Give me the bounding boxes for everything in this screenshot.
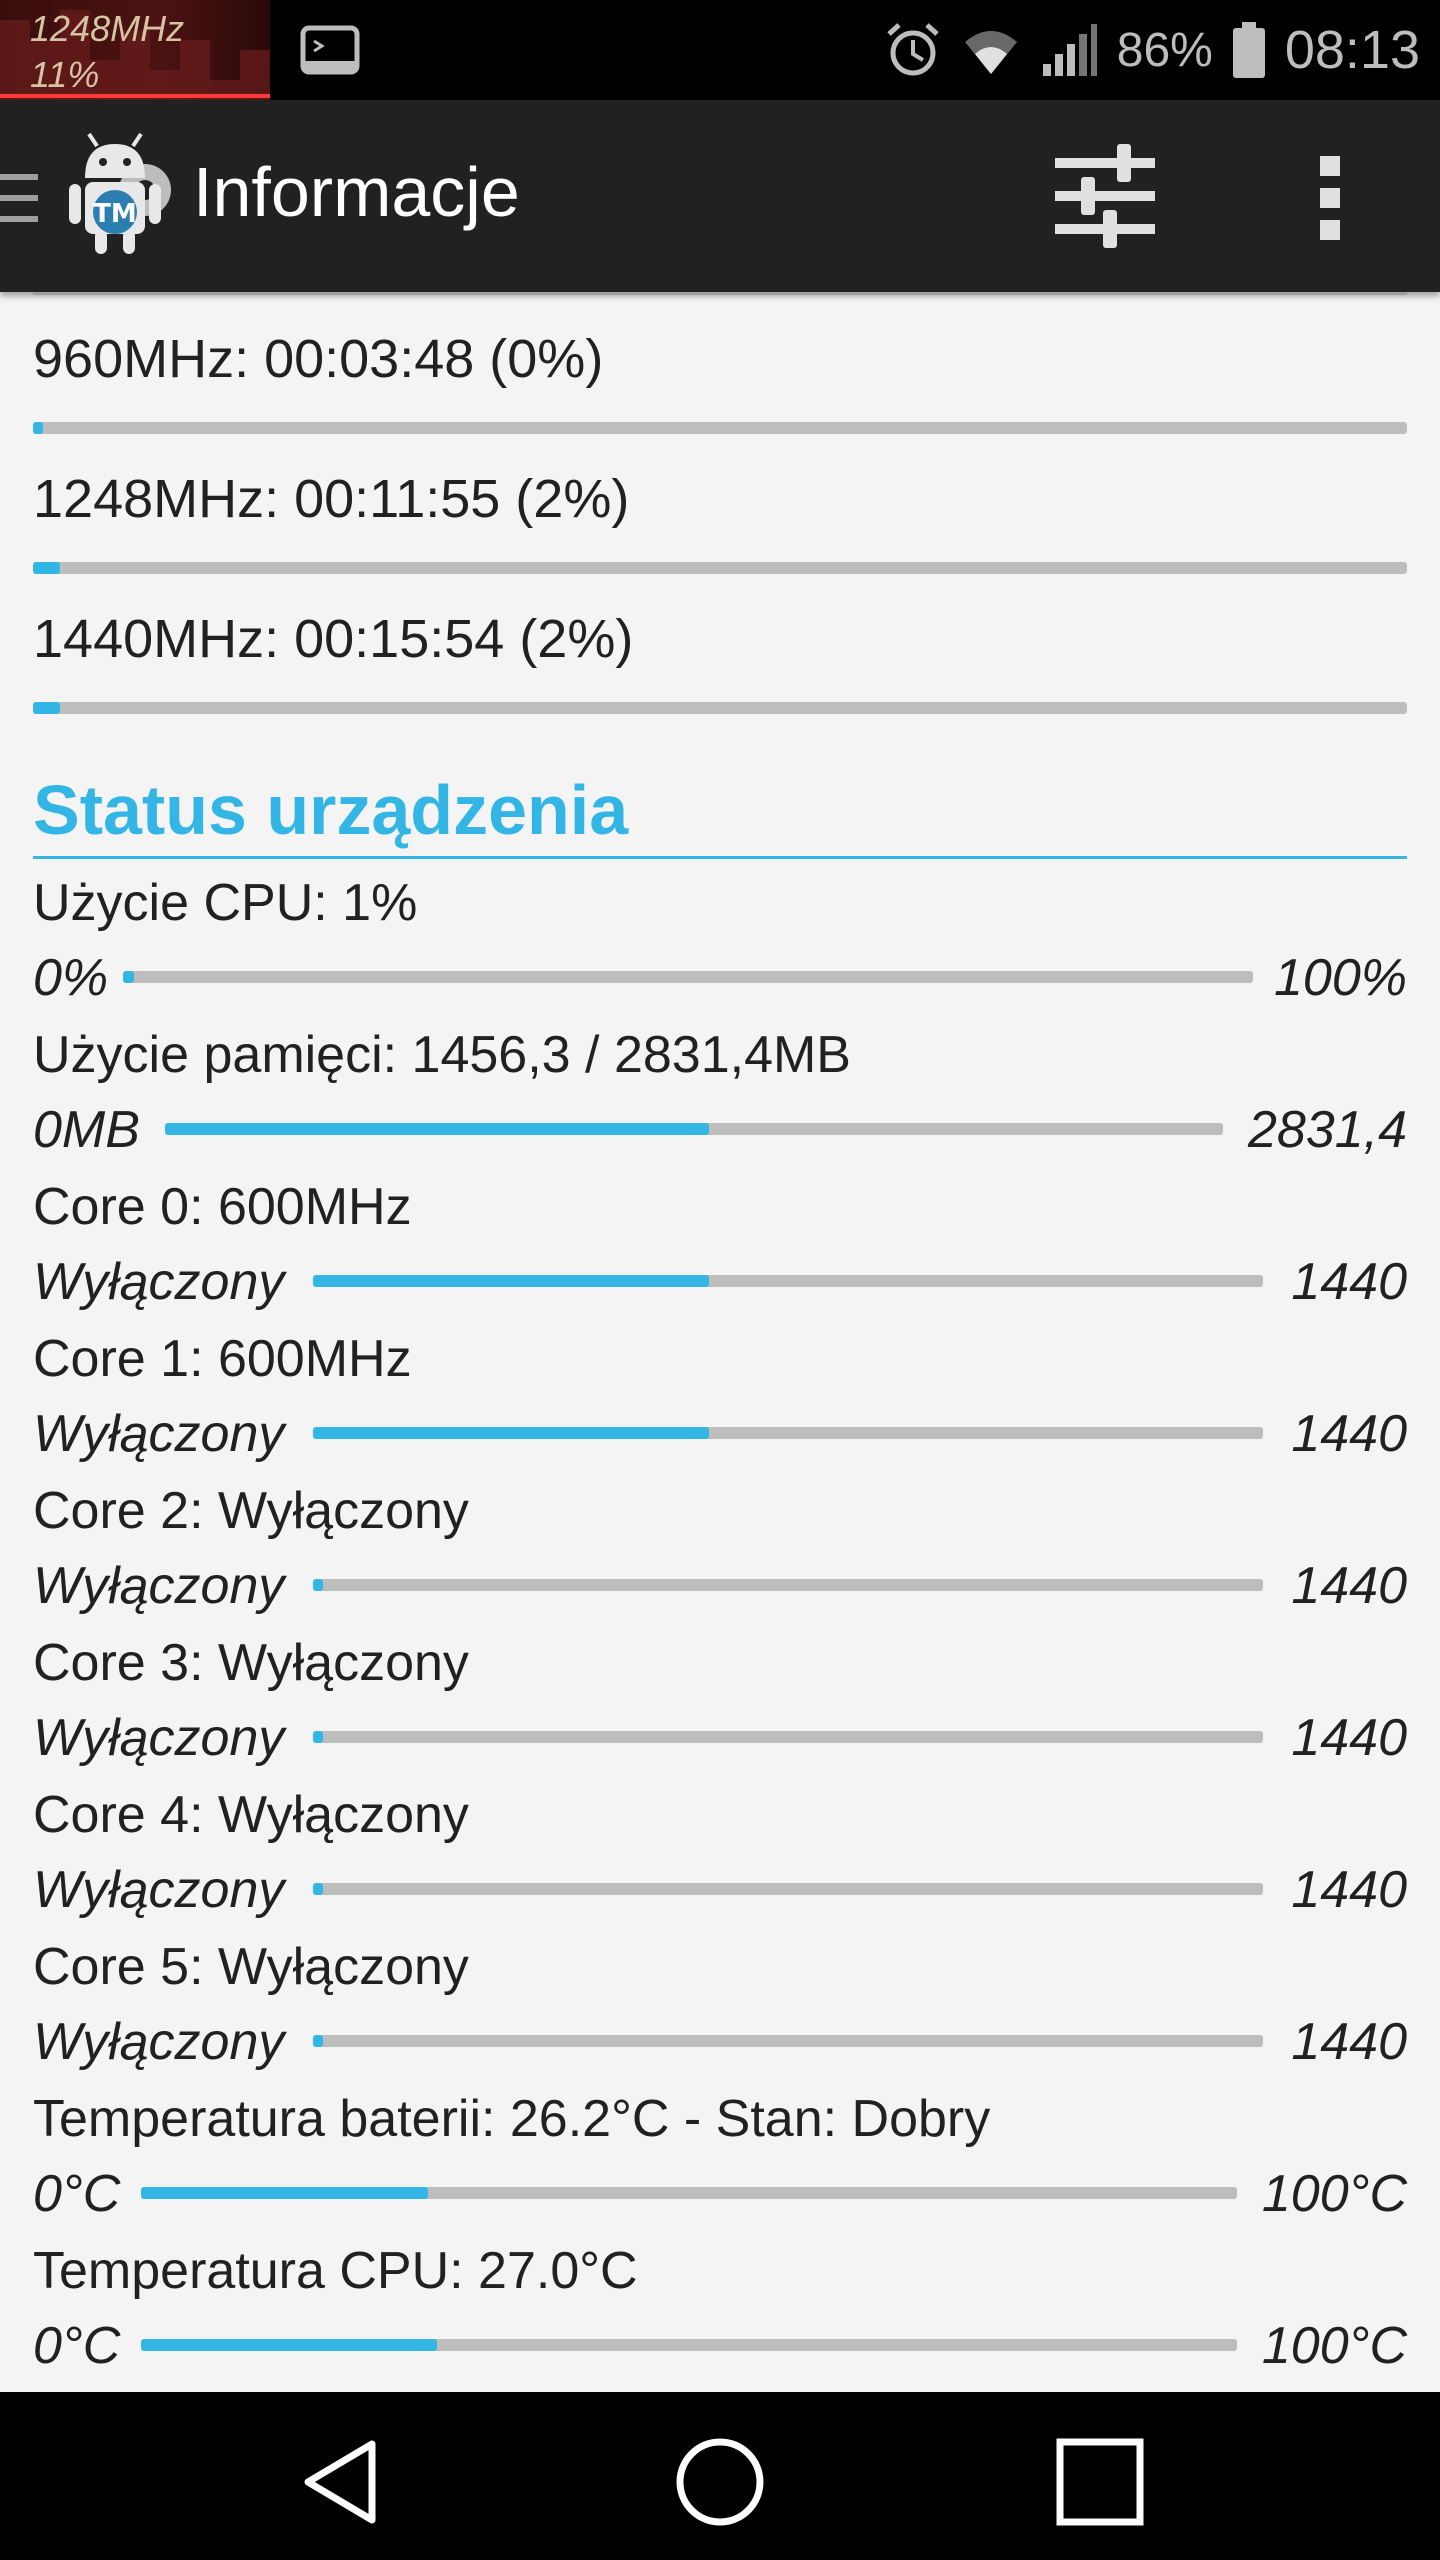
status-row-min: Wyłączony bbox=[33, 1709, 285, 1767]
status-row-bar-fill bbox=[141, 2339, 437, 2351]
status-row-bar bbox=[313, 1427, 1263, 1439]
status-row-max: 1440 bbox=[1291, 1253, 1407, 1311]
freq-stat-bar bbox=[33, 702, 1407, 714]
status-row-bar bbox=[141, 2339, 1237, 2351]
section-header: Status urządzenia bbox=[33, 771, 629, 849]
status-row-bar-fill bbox=[313, 1579, 323, 1591]
cpu-frequency-text: 1248MHz bbox=[30, 8, 185, 49]
status-row-bar-fill bbox=[123, 971, 135, 983]
status-row-bar-fill bbox=[313, 1275, 710, 1287]
status-row-max: 1440 bbox=[1291, 2013, 1407, 2071]
freq-stat-bar-fill bbox=[33, 702, 61, 714]
status-row-max: 100°C bbox=[1261, 2317, 1407, 2375]
status-row-min: 0MB bbox=[33, 1101, 140, 1159]
status-row-max: 100°C bbox=[1261, 2165, 1407, 2223]
status-row-bar-fill bbox=[313, 1427, 710, 1439]
status-row-max: 2831,4 bbox=[1247, 1101, 1407, 1159]
status-row-label: Temperatura CPU: 27.0°C bbox=[33, 2242, 638, 2300]
cpu-load-text: 11% bbox=[30, 54, 100, 95]
wifi-icon bbox=[964, 31, 1017, 74]
status-row-label: Core 4: Wyłączony bbox=[33, 1786, 469, 1844]
svg-text:TM: TM bbox=[93, 199, 137, 229]
status-icons: 86% 08:13 bbox=[883, 0, 1420, 100]
battery-icon bbox=[1232, 22, 1265, 78]
home-icon[interactable] bbox=[670, 2432, 770, 2532]
status-row-min: 0°C bbox=[33, 2165, 121, 2223]
status-row-bar bbox=[313, 1883, 1263, 1895]
status-bar: 1248MHz 11% 86% 08:13 bbox=[0, 0, 1440, 100]
freq-stat-bar-fill bbox=[33, 562, 61, 574]
status-row-label: Core 1: 600MHz bbox=[33, 1330, 412, 1388]
status-row-min: Wyłączony bbox=[33, 1861, 285, 1919]
app-toolbar: TM Informacje bbox=[0, 100, 1440, 292]
status-row-min: 0°C bbox=[33, 2317, 121, 2375]
status-row-min: 0% bbox=[33, 949, 109, 1007]
status-row-min: Wyłączony bbox=[33, 2013, 285, 2071]
filters-icon[interactable] bbox=[1045, 140, 1165, 252]
status-row-max: 1440 bbox=[1291, 1861, 1407, 1919]
freq-stat-label: 1248MHz: 00:11:55 (2%) bbox=[33, 469, 630, 529]
signal-icon bbox=[1042, 24, 1097, 76]
status-row-label: Użycie CPU: 1% bbox=[33, 874, 418, 932]
page-title: Informacje bbox=[193, 153, 520, 231]
status-row-max: 1440 bbox=[1291, 1557, 1407, 1615]
menu-icon[interactable] bbox=[0, 170, 40, 226]
status-row-label: Core 0: 600MHz bbox=[33, 1178, 412, 1236]
status-row-bar bbox=[313, 1731, 1263, 1743]
freq-stat-bar-fill bbox=[33, 422, 43, 434]
status-row-label: Core 5: Wyłączony bbox=[33, 1938, 469, 1996]
alarm-icon bbox=[887, 23, 939, 76]
status-row-bar-fill bbox=[313, 2035, 323, 2047]
recents-icon[interactable] bbox=[1050, 2432, 1150, 2532]
content-scroll-area[interactable]: 960MHz: 00:03:48 (0%) 1248MHz: 00:11:55 … bbox=[0, 292, 1440, 2392]
freq-stat-bar bbox=[33, 422, 1407, 434]
overflow-menu-icon[interactable] bbox=[1300, 148, 1360, 248]
status-row-label: Temperatura baterii: 26.2°C - Stan: Dobr… bbox=[33, 2090, 991, 2148]
status-row-bar bbox=[313, 1579, 1263, 1591]
top-divider bbox=[33, 292, 1407, 295]
status-row-max: 1440 bbox=[1291, 1709, 1407, 1767]
navigation-bar bbox=[0, 2392, 1440, 2560]
terminal-icon bbox=[300, 25, 360, 75]
status-row-max: 1440 bbox=[1291, 1405, 1407, 1463]
status-row-min: Wyłączony bbox=[33, 1253, 285, 1311]
freq-stat-label: 960MHz: 00:03:48 (0%) bbox=[33, 329, 604, 389]
status-row-bar bbox=[141, 2187, 1237, 2199]
status-row-label: Core 3: Wyłączony bbox=[33, 1634, 469, 1692]
status-row-min: Wyłączony bbox=[33, 1557, 285, 1615]
status-row-label: Użycie pamięci: 1456,3 / 2831,4MB bbox=[33, 1026, 851, 1084]
app-logo-icon[interactable]: TM bbox=[55, 130, 175, 260]
back-icon[interactable] bbox=[290, 2432, 390, 2532]
section-divider bbox=[33, 856, 1407, 859]
status-row-bar-fill bbox=[313, 1883, 323, 1895]
status-row-label: Core 2: Wyłączony bbox=[33, 1482, 469, 1540]
freq-stat-bar bbox=[33, 562, 1407, 574]
status-row-max: 100% bbox=[1274, 949, 1407, 1007]
status-row-bar bbox=[123, 971, 1253, 983]
status-row-bar bbox=[165, 1123, 1223, 1135]
battery-percent: 86% bbox=[1116, 23, 1213, 77]
cpu-overlay-widget: 1248MHz 11% bbox=[0, 0, 270, 100]
status-row-bar-fill bbox=[141, 2187, 429, 2199]
status-row-bar-fill bbox=[313, 1731, 323, 1743]
status-row-bar bbox=[313, 1275, 1263, 1287]
status-row-bar bbox=[313, 2035, 1263, 2047]
clock-time: 08:13 bbox=[1284, 20, 1420, 80]
status-row-bar-fill bbox=[165, 1123, 709, 1135]
freq-stat-label: 1440MHz: 00:15:54 (2%) bbox=[33, 609, 634, 669]
status-row-min: Wyłączony bbox=[33, 1405, 285, 1463]
